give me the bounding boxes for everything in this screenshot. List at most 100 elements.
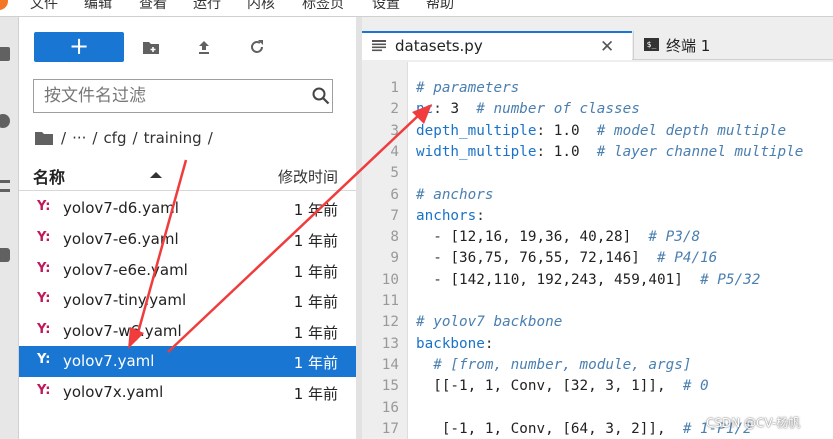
code-token: [12,16, 19,36, 40,28]	[450, 229, 632, 246]
code-token: -	[416, 271, 451, 288]
code-line[interactable]: 6 # anchors	[362, 185, 833, 206]
code-line[interactable]: 10 - [142,110, 192,243, 459,401] # P5/32	[362, 270, 833, 291]
code-line[interactable]: 14 # [from, number, module, args]	[362, 355, 833, 376]
file-browser: + / ··· / cfg / training / 名称 修改时间 Y: yolov7-d…	[19, 17, 356, 439]
new-launcher-button[interactable]: +	[34, 32, 124, 62]
yaml-file-icon: Y:	[37, 261, 51, 276]
code-token: 1.0	[553, 122, 580, 139]
code-token: # anchors	[416, 186, 494, 203]
code-line[interactable]: 4 width_multiple: 1.0 # layer channel mul…	[362, 142, 833, 163]
code-line[interactable]: 13 backbone:	[362, 334, 833, 355]
filter-input[interactable]	[33, 79, 333, 113]
line-number: 4	[390, 143, 399, 160]
breadcrumb-cfg[interactable]: cfg	[103, 129, 126, 147]
upload-icon[interactable]	[195, 38, 213, 56]
menu-settings[interactable]: 设置	[372, 0, 400, 13]
file-list-header: 名称 修改时间	[19, 160, 356, 191]
code-text: nc: 3 # number of classes	[416, 99, 640, 120]
code-token: # yolov7 backbone	[416, 314, 563, 331]
menu-file[interactable]: 文件	[30, 0, 58, 13]
extension-icon[interactable]	[0, 248, 10, 262]
yaml-file-icon: Y:	[37, 291, 51, 306]
breadcrumb-ellipsis[interactable]: ···	[72, 129, 86, 147]
line-number: 5	[390, 165, 399, 182]
tab-label: datasets.py	[395, 37, 483, 55]
folder-icon[interactable]	[0, 47, 10, 61]
code-token: :	[433, 101, 451, 118]
code-line[interactable]: 3 depth_multiple: 1.0 # model depth multi…	[362, 121, 833, 142]
tab-terminal[interactable]: $_ 终端 1	[633, 31, 833, 59]
file-modified: 1 年前	[293, 324, 338, 342]
column-header-name[interactable]: 名称	[33, 164, 65, 188]
code-editor[interactable]: 1 # parameters 2 nc: 3 # number of classes 3…	[362, 62, 833, 439]
home-folder-icon[interactable]	[35, 131, 53, 145]
code-token: # layer channel multiple	[596, 143, 804, 160]
code-text: # parameters	[416, 78, 519, 99]
code-token: [[-1, 1, Conv, [32, 3, 1]],	[416, 378, 666, 395]
code-token: :	[536, 122, 554, 139]
tab-label: 终端 1	[666, 37, 711, 55]
code-text: - [36,75, 76,55, 72,146] # P4/16	[416, 248, 717, 269]
code-line[interactable]: 9 - [36,75, 76,55, 72,146] # P4/16	[362, 248, 833, 269]
code-text: - [142,110, 192,243, 459,401] # P5/32	[416, 270, 760, 291]
menu-view[interactable]: 查看	[139, 0, 167, 13]
menu-edit[interactable]: 编辑	[84, 0, 112, 13]
line-number: 6	[390, 186, 399, 203]
code-token: :	[536, 143, 554, 160]
command-palette-icon[interactable]	[0, 180, 10, 192]
code-text: [-1, 1, Conv, [64, 3, 2]], # 1-P1/2	[416, 419, 752, 439]
code-line[interactable]: 5	[362, 163, 833, 184]
menu-help[interactable]: 帮助	[426, 0, 454, 13]
file-row[interactable]: Y: yolov7-w6.yaml 1 年前	[19, 316, 356, 347]
code-line[interactable]: 1 # parameters	[362, 78, 833, 99]
code-line[interactable]: 15 [[-1, 1, Conv, [32, 3, 1]], # 0	[362, 376, 833, 397]
sort-ascending-icon[interactable]	[150, 172, 162, 178]
breadcrumb: / ··· / cfg / training /	[35, 127, 219, 149]
new-folder-icon[interactable]	[142, 38, 160, 56]
column-header-modified[interactable]: 修改时间	[278, 166, 338, 187]
code-token: depth_multiple	[416, 122, 537, 139]
yaml-file-icon: Y:	[37, 199, 51, 214]
code-line[interactable]: 2 nc: 3 # number of classes	[362, 99, 833, 120]
code-line[interactable]: 8 - [12,16, 19,36, 40,28] # P3/8	[362, 227, 833, 248]
menu-tabs[interactable]: 标签页	[302, 0, 344, 13]
file-row[interactable]: Y: yolov7-d6.yaml 1 年前	[19, 193, 356, 224]
menu-kernel[interactable]: 内核	[247, 0, 275, 13]
refresh-icon[interactable]	[248, 38, 266, 56]
running-icon[interactable]	[0, 114, 10, 128]
line-number: 3	[390, 122, 399, 139]
breadcrumb-training[interactable]: training	[144, 129, 202, 147]
code-token: # number of classes	[476, 101, 640, 118]
line-number: 17	[381, 420, 399, 437]
file-row[interactable]: Y: yolov7-e6e.yaml 1 年前	[19, 255, 356, 286]
file-modified: 1 年前	[293, 293, 338, 311]
line-number: 8	[390, 229, 399, 246]
code-text: width_multiple: 1.0 # layer channel mult…	[416, 142, 803, 163]
file-name: yolov7-e6e.yaml	[63, 261, 188, 279]
file-name: yolov7x.yaml	[63, 383, 164, 401]
code-token: anchors	[416, 207, 477, 224]
code-line[interactable]: 11	[362, 291, 833, 312]
tab-datasets-py[interactable]: datasets.py ✕	[362, 31, 632, 60]
file-row[interactable]: Y: yolov7-e6.yaml 1 年前	[19, 224, 356, 255]
code-line[interactable]: 7 anchors:	[362, 206, 833, 227]
file-row[interactable]: Y: yolov7-tiny.yaml 1 年前	[19, 285, 356, 316]
file-row-selected[interactable]: Y: yolov7.yaml 1 年前	[19, 346, 356, 377]
search-icon[interactable]	[311, 86, 331, 106]
close-icon[interactable]: ✕	[600, 37, 614, 57]
breadcrumb-separator: /	[92, 129, 98, 147]
text-file-icon	[372, 40, 386, 52]
code-token: -	[416, 250, 451, 267]
menu-run[interactable]: 运行	[193, 0, 221, 13]
file-modified: 1 年前	[293, 385, 338, 403]
code-token: -	[416, 229, 451, 246]
file-row[interactable]: Y: yolov7x.yaml 1 年前	[19, 377, 356, 408]
code-line[interactable]: 12 # yolov7 backbone	[362, 312, 833, 333]
line-number: 15	[381, 378, 399, 395]
